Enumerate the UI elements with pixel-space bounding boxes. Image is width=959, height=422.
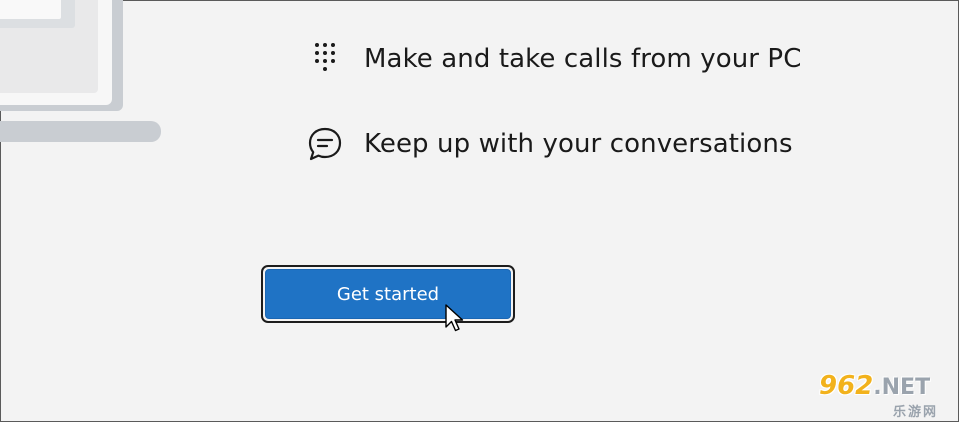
site-watermark: 962.NET 乐游网 [819, 371, 957, 420]
watermark-subtitle: 乐游网 [893, 405, 939, 420]
feature-conversations-label: Keep up with your conversations [364, 129, 793, 159]
feature-conversations: Keep up with your conversations [307, 126, 793, 162]
laptop-screen-header-inner [0, 0, 61, 19]
feature-calls: Make and take calls from your PC [307, 41, 801, 77]
app-window: Make and take calls from your PC Keep up… [0, 0, 959, 422]
mouse-cursor-icon [445, 304, 464, 332]
laptop-illustration [0, 0, 171, 151]
dialpad-icon [307, 41, 343, 77]
laptop-base [0, 121, 161, 142]
chat-bubble-icon [307, 126, 343, 162]
watermark-logo: 962.NET [819, 371, 931, 401]
get-started-button[interactable]: Get started [265, 269, 511, 319]
feature-calls-label: Make and take calls from your PC [364, 44, 802, 74]
